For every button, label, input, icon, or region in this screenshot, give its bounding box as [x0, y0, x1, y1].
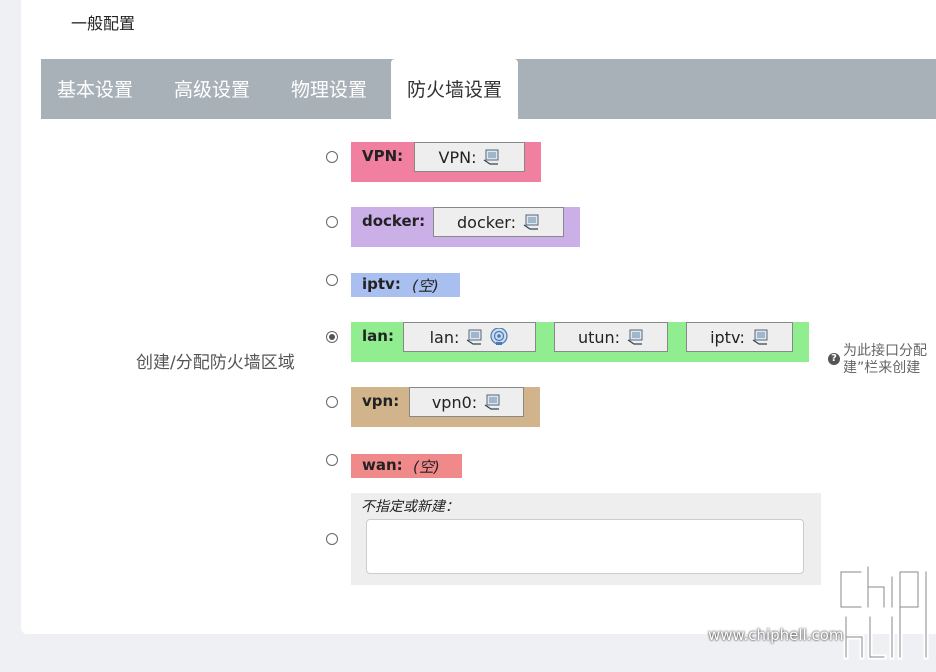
network-port-icon	[752, 329, 768, 345]
tab-bar: 基本设置 高级设置 物理设置 防火墙设置	[41, 59, 936, 119]
zone-radio-vpn-upper[interactable]	[326, 151, 338, 163]
zone-empty-text: (空)	[412, 277, 439, 295]
new-zone-input[interactable]	[366, 519, 804, 574]
tab-physical-settings[interactable]: 物理设置	[275, 59, 383, 119]
zone-vpn-upper: VPN: VPN:	[351, 142, 541, 182]
zone-radio-vpn-lower[interactable]	[326, 396, 338, 408]
zone-radio-wan[interactable]	[326, 454, 338, 466]
zone-vpn-lower: vpn: vpn0:	[351, 387, 540, 427]
zone-iptv: iptv: (空)	[351, 273, 460, 297]
zone-name: VPN:	[362, 147, 404, 165]
device-label: docker:	[457, 212, 516, 232]
zone-name: lan:	[362, 327, 394, 345]
section-title: 一般配置	[71, 14, 136, 33]
zone-name: wan:	[362, 456, 403, 474]
device-badge-lan: lan:	[403, 322, 536, 352]
help-icon: ?	[828, 353, 840, 365]
network-port-icon	[484, 394, 500, 410]
device-label: utun:	[577, 327, 621, 347]
help-text-block: ? 为此接口分配 建”栏来创建	[828, 341, 936, 381]
device-badge-utun: utun:	[554, 322, 668, 352]
zone-docker: docker: docker:	[351, 207, 580, 247]
zone-radio-docker[interactable]	[326, 216, 338, 228]
network-port-icon	[523, 214, 539, 230]
new-zone-label: 不指定或新建：	[361, 499, 459, 515]
firewall-zone-field-label: 创建/分配防火墙区域	[136, 353, 295, 373]
network-port-icon	[467, 329, 482, 345]
network-port-icon	[627, 329, 643, 345]
zone-radio-iptv[interactable]	[326, 274, 338, 286]
device-label: iptv:	[710, 327, 745, 347]
zone-radio-new[interactable]	[326, 533, 338, 545]
device-label: VPN:	[438, 147, 477, 167]
zone-name: docker:	[362, 212, 426, 230]
wireless-icon	[490, 328, 508, 345]
tab-basic-settings[interactable]: 基本设置	[41, 59, 149, 119]
watermark-text: www.chiphell.com	[708, 626, 844, 644]
device-badge-vpn0: vpn0:	[409, 387, 524, 417]
tab-firewall-settings[interactable]: 防火墙设置	[391, 59, 519, 119]
network-port-icon	[484, 149, 499, 165]
device-label: vpn0:	[431, 392, 478, 412]
device-label: lan:	[429, 327, 460, 347]
help-line-1: 为此接口分配	[843, 343, 927, 359]
tab-advanced-settings[interactable]: 高级设置	[158, 59, 266, 119]
zone-wan: wan: (空)	[351, 454, 462, 478]
watermark-logo	[838, 564, 929, 660]
zone-name: vpn:	[362, 392, 400, 410]
device-badge-iptv: iptv:	[686, 322, 793, 352]
device-badge-docker: docker:	[433, 207, 564, 237]
device-badge-vpn: VPN:	[414, 142, 525, 172]
help-line-2: 建”栏来创建	[843, 360, 921, 376]
zone-radio-lan[interactable]	[326, 331, 338, 343]
zone-empty-text: (空)	[413, 458, 440, 476]
zone-lan: lan: lan: utun: iptv:	[351, 322, 809, 362]
new-zone-box: 不指定或新建：	[351, 493, 821, 585]
zone-name: iptv:	[362, 275, 401, 293]
